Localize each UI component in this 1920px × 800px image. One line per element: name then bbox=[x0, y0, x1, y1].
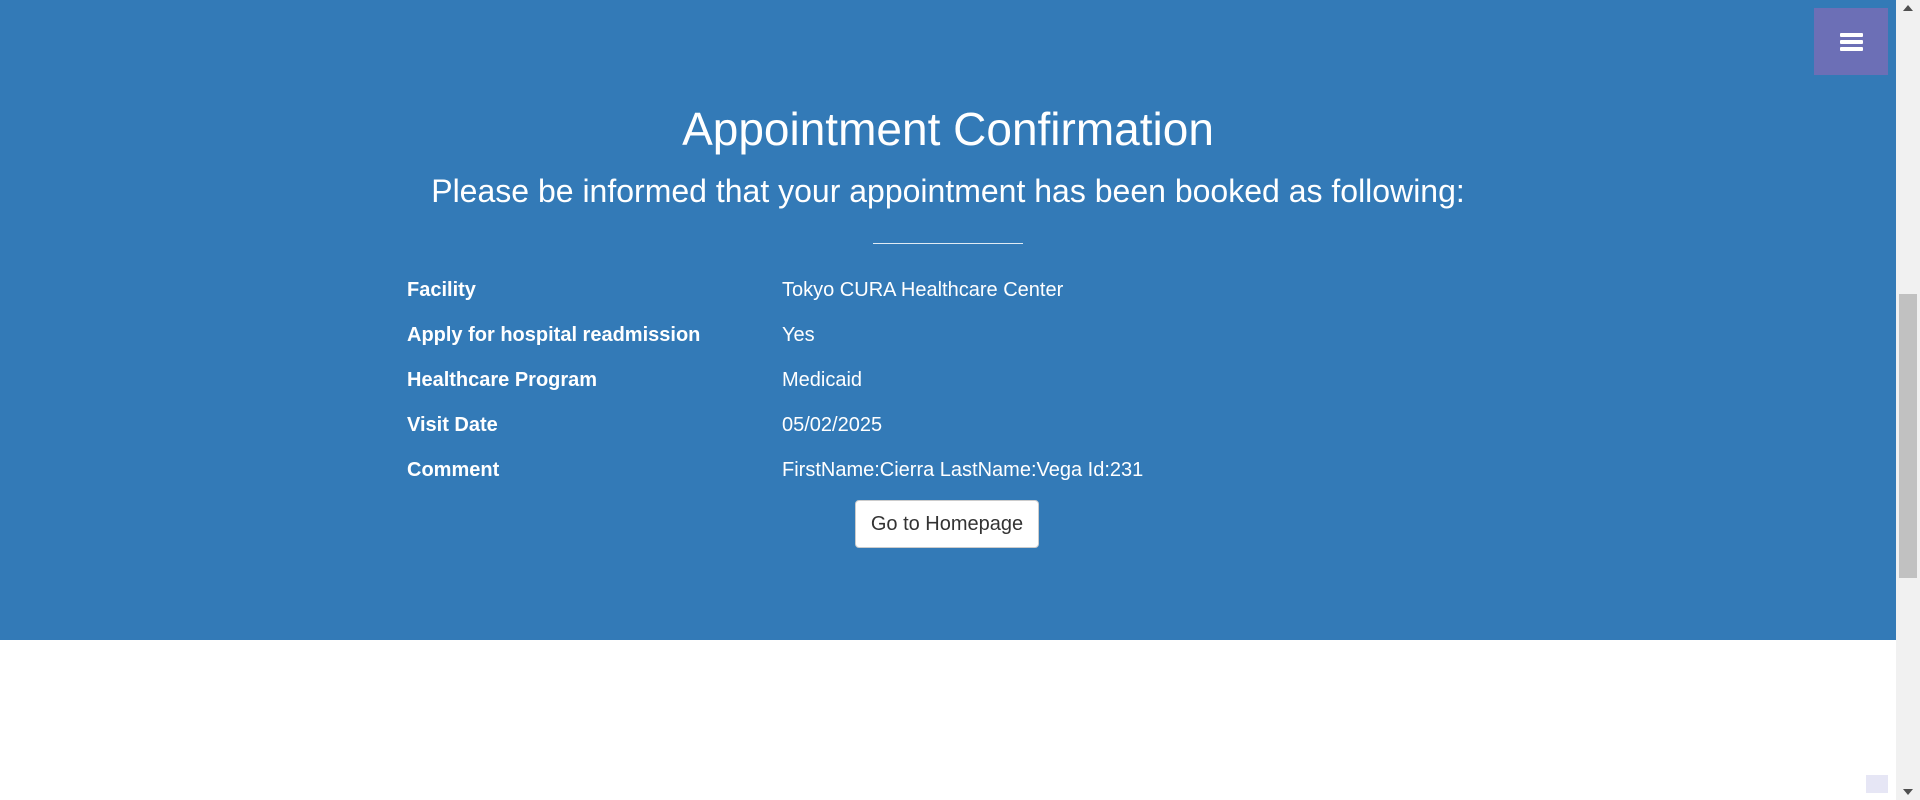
menu-toggle-button[interactable] bbox=[1814, 8, 1888, 75]
scrollbar-thumb[interactable] bbox=[1899, 294, 1917, 578]
detail-label: Facility bbox=[407, 279, 476, 301]
confirmation-section: Appointment Confirmation Please be infor… bbox=[0, 0, 1896, 640]
detail-label: Visit Date bbox=[407, 414, 498, 436]
program-value: Medicaid bbox=[782, 369, 863, 391]
facility-value: Tokyo CURA Healthcare Center bbox=[782, 279, 1064, 301]
go-to-homepage-button[interactable]: Go to Homepage bbox=[855, 500, 1039, 548]
detail-label: Apply for hospital readmission bbox=[407, 324, 701, 346]
detail-row-program: Healthcare Program Medicaid bbox=[407, 365, 1507, 395]
detail-row-readmission: Apply for hospital readmission Yes bbox=[407, 320, 1507, 350]
scroll-down-arrow-icon[interactable] bbox=[1896, 784, 1920, 800]
corner-widget-icon bbox=[1866, 775, 1888, 793]
detail-row-facility: Facility Tokyo CURA Healthcare Center bbox=[407, 275, 1507, 305]
detail-row-comment: Comment FirstName:Cierra LastName:Vega I… bbox=[407, 455, 1507, 485]
vertical-scrollbar[interactable] bbox=[1896, 0, 1920, 800]
scroll-up-arrow-icon[interactable] bbox=[1896, 0, 1920, 16]
divider bbox=[873, 243, 1023, 244]
detail-row-visit-date: Visit Date 05/02/2025 bbox=[407, 410, 1507, 440]
readmission-value: Yes bbox=[782, 324, 815, 346]
comment-value: FirstName:Cierra LastName:Vega Id:231 bbox=[782, 459, 1144, 481]
page-title: Appointment Confirmation bbox=[682, 103, 1214, 155]
detail-label: Comment bbox=[407, 459, 500, 481]
main-content: Appointment Confirmation Please be infor… bbox=[0, 0, 1896, 800]
page-subtitle: Please be informed that your appointment… bbox=[431, 173, 1465, 209]
visit-date-value: 05/02/2025 bbox=[782, 414, 883, 436]
page: Appointment Confirmation Please be infor… bbox=[0, 0, 1920, 800]
detail-label: Healthcare Program bbox=[407, 369, 598, 391]
